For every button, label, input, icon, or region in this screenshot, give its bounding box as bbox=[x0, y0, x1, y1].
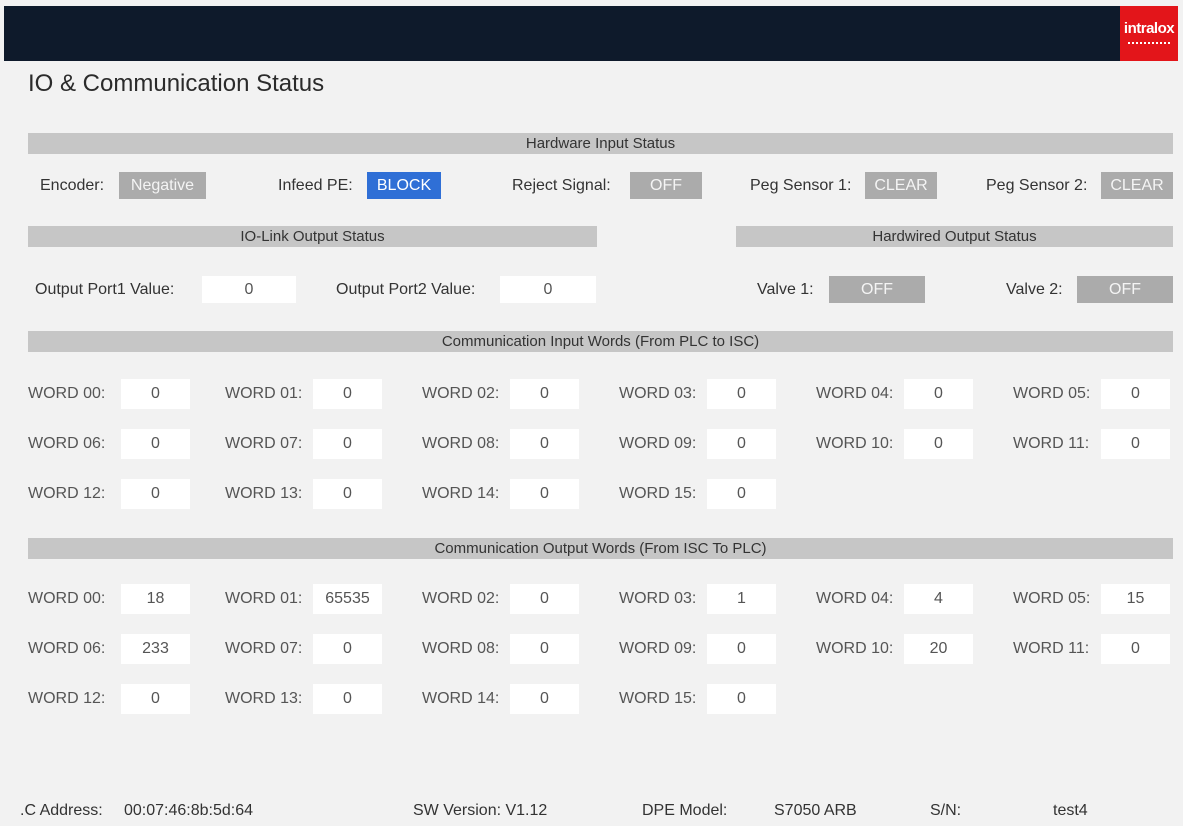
word-label: WORD 04: bbox=[816, 385, 894, 402]
infeed-pe-value: BLOCK bbox=[367, 172, 441, 199]
word-value: 4 bbox=[904, 584, 973, 614]
word-label: WORD 06: bbox=[28, 435, 106, 452]
word-value: 0 bbox=[313, 634, 382, 664]
output-port1-label: Output Port1 Value: bbox=[35, 281, 175, 298]
word-value: 0 bbox=[707, 429, 776, 459]
word-label: WORD 04: bbox=[816, 590, 894, 607]
mac-address-value: 00:07:46:8b:5d:64 bbox=[124, 802, 254, 819]
word-label: WORD 09: bbox=[619, 640, 697, 657]
word-value: 0 bbox=[904, 379, 973, 409]
word-value: 0 bbox=[510, 429, 579, 459]
word-label: WORD 10: bbox=[816, 640, 894, 657]
word-value: 0 bbox=[313, 379, 382, 409]
top-bar bbox=[4, 6, 1177, 61]
encoder-value: Negative bbox=[119, 172, 206, 199]
word-value: 0 bbox=[707, 684, 776, 714]
word-value: 0 bbox=[1101, 379, 1170, 409]
encoder-label: Encoder: bbox=[40, 177, 105, 194]
word-value: 0 bbox=[313, 684, 382, 714]
word-value: 1 bbox=[707, 584, 776, 614]
word-label: WORD 09: bbox=[619, 435, 697, 452]
valve-2-label: Valve 2: bbox=[1006, 281, 1063, 298]
word-value: 233 bbox=[121, 634, 190, 664]
word-label: WORD 07: bbox=[225, 435, 303, 452]
word-value: 0 bbox=[121, 684, 190, 714]
comm-input-header: Communication Input Words (From PLC to I… bbox=[28, 331, 1173, 352]
comm-output-header: Communication Output Words (From ISC To … bbox=[28, 538, 1173, 559]
word-label: WORD 12: bbox=[28, 690, 106, 707]
word-label: WORD 13: bbox=[225, 485, 303, 502]
word-value: 0 bbox=[510, 684, 579, 714]
word-label: WORD 02: bbox=[422, 385, 500, 402]
word-value: 0 bbox=[121, 429, 190, 459]
hardware-input-header: Hardware Input Status bbox=[28, 133, 1173, 154]
valve-1-value: OFF bbox=[829, 276, 925, 303]
word-value: 0 bbox=[510, 379, 579, 409]
word-label: WORD 06: bbox=[28, 640, 106, 657]
word-label: WORD 11: bbox=[1013, 435, 1090, 452]
word-value: 0 bbox=[707, 479, 776, 509]
word-label: WORD 00: bbox=[28, 385, 106, 402]
mac-address-label: .C Address: bbox=[20, 802, 103, 819]
sw-version: SW Version: V1.12 bbox=[413, 802, 548, 819]
output-port1-value: 0 bbox=[202, 276, 296, 303]
iolink-output-header: IO-Link Output Status bbox=[28, 226, 597, 247]
word-label: WORD 15: bbox=[619, 485, 697, 502]
word-label: WORD 10: bbox=[816, 435, 894, 452]
word-label: WORD 11: bbox=[1013, 640, 1090, 657]
word-label: WORD 05: bbox=[1013, 590, 1091, 607]
word-label: WORD 08: bbox=[422, 640, 500, 657]
word-value: 0 bbox=[707, 634, 776, 664]
peg-sensor-1-value: CLEAR bbox=[865, 172, 937, 199]
peg-sensor-2-value: CLEAR bbox=[1101, 172, 1173, 199]
peg-sensor-1-label: Peg Sensor 1: bbox=[750, 177, 852, 194]
intralox-logo: intralox bbox=[1120, 6, 1178, 61]
word-value: 0 bbox=[313, 479, 382, 509]
hardwired-output-header: Hardwired Output Status bbox=[736, 226, 1173, 247]
word-label: WORD 08: bbox=[422, 435, 500, 452]
word-label: WORD 01: bbox=[225, 590, 303, 607]
logo-text: intralox bbox=[1123, 20, 1175, 37]
word-value: 0 bbox=[121, 379, 190, 409]
word-label: WORD 14: bbox=[422, 485, 500, 502]
word-label: WORD 07: bbox=[225, 640, 303, 657]
reject-signal-label: Reject Signal: bbox=[512, 177, 611, 194]
output-port2-label: Output Port2 Value: bbox=[336, 281, 476, 298]
word-value: 0 bbox=[121, 479, 190, 509]
word-value: 0 bbox=[1101, 634, 1170, 664]
word-label: WORD 01: bbox=[225, 385, 303, 402]
word-value: 18 bbox=[121, 584, 190, 614]
dpe-model-value: S7050 ARB bbox=[774, 802, 857, 819]
word-label: WORD 15: bbox=[619, 690, 697, 707]
logo-chain-icon bbox=[1128, 42, 1170, 48]
output-port2-value: 0 bbox=[500, 276, 596, 303]
word-value: 0 bbox=[1101, 429, 1170, 459]
infeed-pe-label: Infeed PE: bbox=[278, 177, 353, 194]
word-label: WORD 14: bbox=[422, 690, 500, 707]
word-label: WORD 03: bbox=[619, 590, 697, 607]
word-value: 0 bbox=[510, 584, 579, 614]
word-label: WORD 13: bbox=[225, 690, 303, 707]
word-value: 0 bbox=[904, 429, 973, 459]
dpe-model-label: DPE Model: bbox=[642, 802, 728, 819]
word-value: 0 bbox=[510, 479, 579, 509]
valve-1-label: Valve 1: bbox=[757, 281, 814, 298]
word-label: WORD 05: bbox=[1013, 385, 1091, 402]
page-title: IO & Communication Status bbox=[28, 70, 325, 97]
word-value: 65535 bbox=[313, 584, 382, 614]
word-value: 20 bbox=[904, 634, 973, 664]
word-label: WORD 02: bbox=[422, 590, 500, 607]
serial-number-label: S/N: bbox=[930, 802, 962, 819]
reject-signal-value: OFF bbox=[630, 172, 702, 199]
peg-sensor-2-label: Peg Sensor 2: bbox=[986, 177, 1088, 194]
serial-number-value: test4 bbox=[1053, 802, 1088, 819]
word-label: WORD 00: bbox=[28, 590, 106, 607]
valve-2-value: OFF bbox=[1077, 276, 1173, 303]
word-value: 0 bbox=[707, 379, 776, 409]
word-label: WORD 03: bbox=[619, 385, 697, 402]
word-label: WORD 12: bbox=[28, 485, 106, 502]
word-value: 0 bbox=[510, 634, 579, 664]
word-value: 15 bbox=[1101, 584, 1170, 614]
word-value: 0 bbox=[313, 429, 382, 459]
